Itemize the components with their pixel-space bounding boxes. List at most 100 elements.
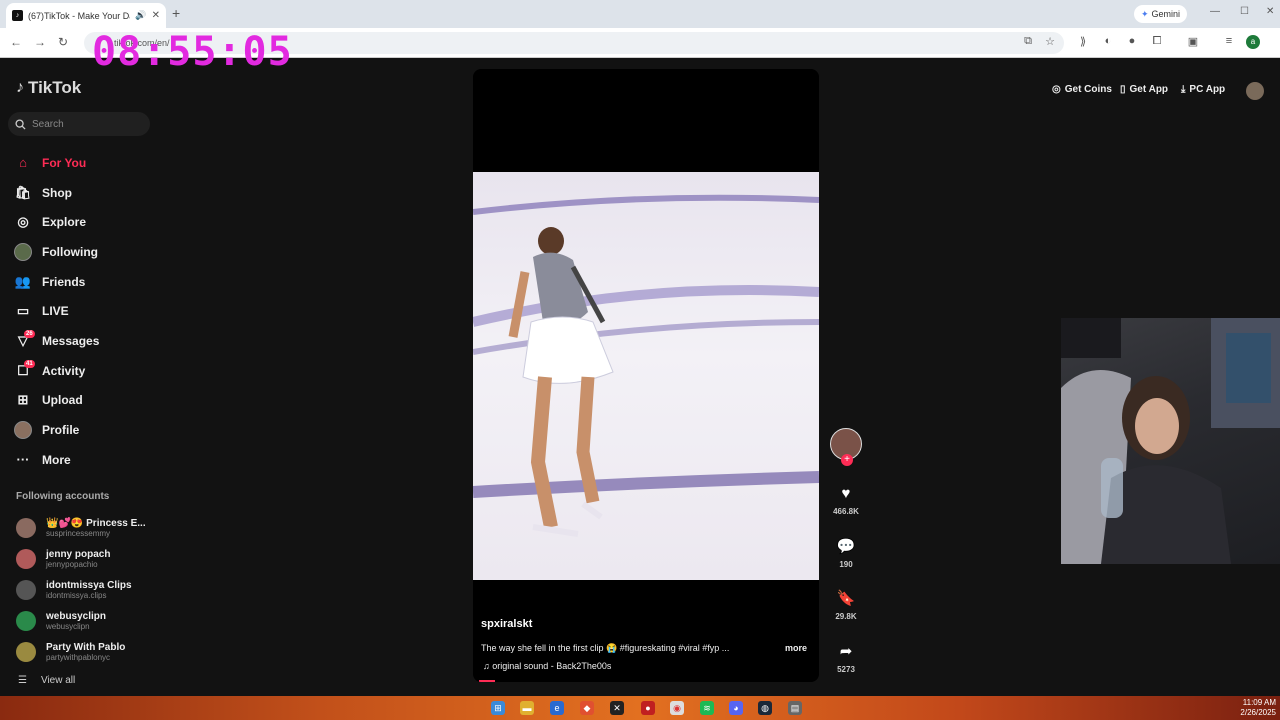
- upload-icon: ⊞: [17, 392, 29, 408]
- sidebar-item-profile[interactable]: Profile: [14, 415, 194, 445]
- get-app-link[interactable]: ▯ Get App: [1120, 84, 1168, 95]
- gemini-button[interactable]: ✦ Gemini: [1134, 5, 1188, 23]
- following-account-item[interactable]: Party With Pablo partywithpablonyc: [16, 636, 216, 667]
- compass-icon: ◎: [17, 214, 29, 230]
- app-icon[interactable]: ▤: [788, 701, 802, 715]
- avatar: [16, 641, 36, 662]
- extension-icon[interactable]: ◐: [1101, 35, 1115, 49]
- tiktok-logo[interactable]: ♪ TikTok: [16, 78, 81, 98]
- steam-icon[interactable]: ◍: [758, 701, 772, 715]
- sidebar-item-following[interactable]: Following: [14, 237, 194, 267]
- user-avatar[interactable]: [1246, 82, 1264, 100]
- app-icon[interactable]: ●: [641, 701, 655, 715]
- puzzle-icon[interactable]: ⧠: [1150, 35, 1164, 49]
- avatar: [16, 610, 36, 631]
- video-description: The way she fell in the first clip 😭 #fi…: [481, 643, 730, 653]
- tiktok-note-icon: ♪: [16, 79, 24, 96]
- shop-icon: 🛍: [14, 184, 32, 200]
- menu-icon[interactable]: ≡: [1222, 35, 1236, 49]
- live-icon: ▭: [16, 303, 30, 319]
- sidebar-item-explore[interactable]: ◎ Explore: [14, 207, 194, 237]
- windows-taskbar: ⊞ ▬ e ◆ ✕ ● ◉ ≋ ◕ ◍ ▤ 11:09 AM 2/26/2025: [0, 696, 1280, 720]
- new-tab-button[interactable]: +: [172, 5, 180, 21]
- creator-avatar[interactable]: +: [830, 428, 862, 466]
- speaker-icon[interactable]: 🔊: [135, 10, 146, 21]
- browser-tab-bar: ♪ (67)TikTok - Make Your Day 🔊 ✕ + ✦ Gem…: [0, 0, 1280, 28]
- browser-tab[interactable]: ♪ (67)TikTok - Make Your Day 🔊 ✕: [6, 3, 166, 28]
- maximize-icon[interactable]: ☐: [1240, 6, 1249, 17]
- comment-icon: 💬: [836, 538, 856, 555]
- figure-skater-image: [473, 194, 819, 537]
- following-account-item[interactable]: jenny popach jennypopachio: [16, 543, 216, 574]
- webcam-overlay: [1061, 318, 1280, 564]
- sidebar-item-more[interactable]: ··· More: [14, 445, 194, 475]
- file-explorer-icon[interactable]: ▬: [520, 701, 534, 715]
- video-player[interactable]: spxiralskt The way she fell in the first…: [473, 69, 819, 682]
- more-button[interactable]: more: [785, 643, 807, 653]
- video-sound[interactable]: ♫ original sound - Back2The00s: [483, 661, 611, 671]
- minimize-icon[interactable]: —: [1210, 6, 1220, 17]
- following-accounts-list: 👑💕😍 Princess E... susprincessemmy jenny …: [16, 512, 216, 667]
- extension-icon[interactable]: ⟫: [1076, 35, 1090, 49]
- home-icon: ⌂: [19, 155, 27, 171]
- video-frame: [473, 172, 819, 580]
- extension-icon[interactable]: ●: [1125, 35, 1139, 49]
- profile-avatar-icon[interactable]: a: [1246, 35, 1260, 49]
- stream-timer: 08:55:05: [92, 29, 293, 75]
- bookmark-star-icon[interactable]: ☆: [1043, 35, 1057, 49]
- action-rail: + ♥ 466.8K 💬 190 🔖 29.8K ➦ 5273: [828, 428, 864, 674]
- avatar: [16, 517, 36, 538]
- list-icon: ☰: [18, 675, 27, 686]
- profile-icon: [14, 421, 32, 440]
- heart-icon: ♥: [841, 485, 851, 502]
- discord-icon[interactable]: ◕: [729, 701, 743, 715]
- save-button[interactable]: 🔖 29.8K: [828, 589, 864, 621]
- search-input[interactable]: Search: [8, 112, 150, 136]
- search-icon: [15, 118, 26, 130]
- tab-title: (67)TikTok - Make Your Day: [28, 10, 131, 21]
- sidepanel-icon[interactable]: ▣: [1186, 35, 1200, 49]
- sidebar-item-messages[interactable]: ▽ 26 Messages: [14, 326, 194, 356]
- brave-icon[interactable]: ◆: [580, 701, 594, 715]
- download-icon: ⤓: [1181, 84, 1186, 95]
- activity-badge: 41: [24, 359, 35, 368]
- edge-icon[interactable]: e: [550, 701, 564, 715]
- messages-badge: 26: [24, 330, 35, 339]
- follow-plus-icon[interactable]: +: [841, 454, 853, 466]
- view-all-button[interactable]: ☰ View all: [18, 675, 75, 686]
- system-clock[interactable]: 11:09 AM 2/26/2025: [1240, 698, 1276, 718]
- back-icon[interactable]: ←: [10, 35, 22, 49]
- video-progress-bar[interactable]: [479, 680, 495, 682]
- following-account-item[interactable]: webusyclipn webusyclipn: [16, 605, 216, 636]
- sidebar-item-activity[interactable]: ☐ 41 Activity: [14, 356, 194, 386]
- video-username[interactable]: spxiralskt: [481, 618, 532, 630]
- reload-icon[interactable]: ↻: [58, 35, 68, 49]
- sidebar-item-live[interactable]: ▭ LIVE: [14, 296, 194, 326]
- terminal-icon[interactable]: ✕: [610, 701, 624, 715]
- sidebar-nav: ⌂ For You 🛍 Shop ◎ Explore Following 👥 F…: [14, 148, 194, 475]
- spotify-icon[interactable]: ≋: [700, 701, 714, 715]
- cast-icon[interactable]: ⧉: [1021, 35, 1035, 49]
- sidebar-item-for-you[interactable]: ⌂ For You: [14, 148, 194, 178]
- following-account-item[interactable]: 👑💕😍 Princess E... susprincessemmy: [16, 512, 216, 543]
- tiktok-favicon-icon: ♪: [12, 10, 23, 21]
- chrome-icon[interactable]: ◉: [670, 701, 684, 715]
- share-button[interactable]: ➦ 5273: [828, 642, 864, 674]
- bookmark-icon: 🔖: [836, 590, 856, 607]
- sidebar-item-friends[interactable]: 👥 Friends: [14, 267, 194, 297]
- close-window-icon[interactable]: ✕: [1266, 6, 1274, 17]
- music-note-icon: ♫: [483, 661, 490, 671]
- like-button[interactable]: ♥ 466.8K: [828, 484, 864, 516]
- sidebar-item-shop[interactable]: 🛍 Shop: [14, 178, 194, 208]
- more-icon: ···: [16, 452, 30, 468]
- get-coins-link[interactable]: ◎ Get Coins: [1052, 84, 1112, 95]
- windows-start-icon[interactable]: ⊞: [491, 701, 505, 715]
- close-tab-icon[interactable]: ✕: [152, 10, 160, 21]
- forward-icon[interactable]: →: [34, 35, 46, 49]
- avatar: [16, 548, 36, 569]
- pc-app-link[interactable]: ⤓ PC App: [1181, 84, 1225, 95]
- comment-button[interactable]: 💬 190: [828, 537, 864, 569]
- sidebar-item-upload[interactable]: ⊞ Upload: [14, 386, 194, 416]
- following-account-item[interactable]: idontmissya Clips idontmissya.clips: [16, 574, 216, 605]
- streamer-webcam-image: [1061, 318, 1280, 564]
